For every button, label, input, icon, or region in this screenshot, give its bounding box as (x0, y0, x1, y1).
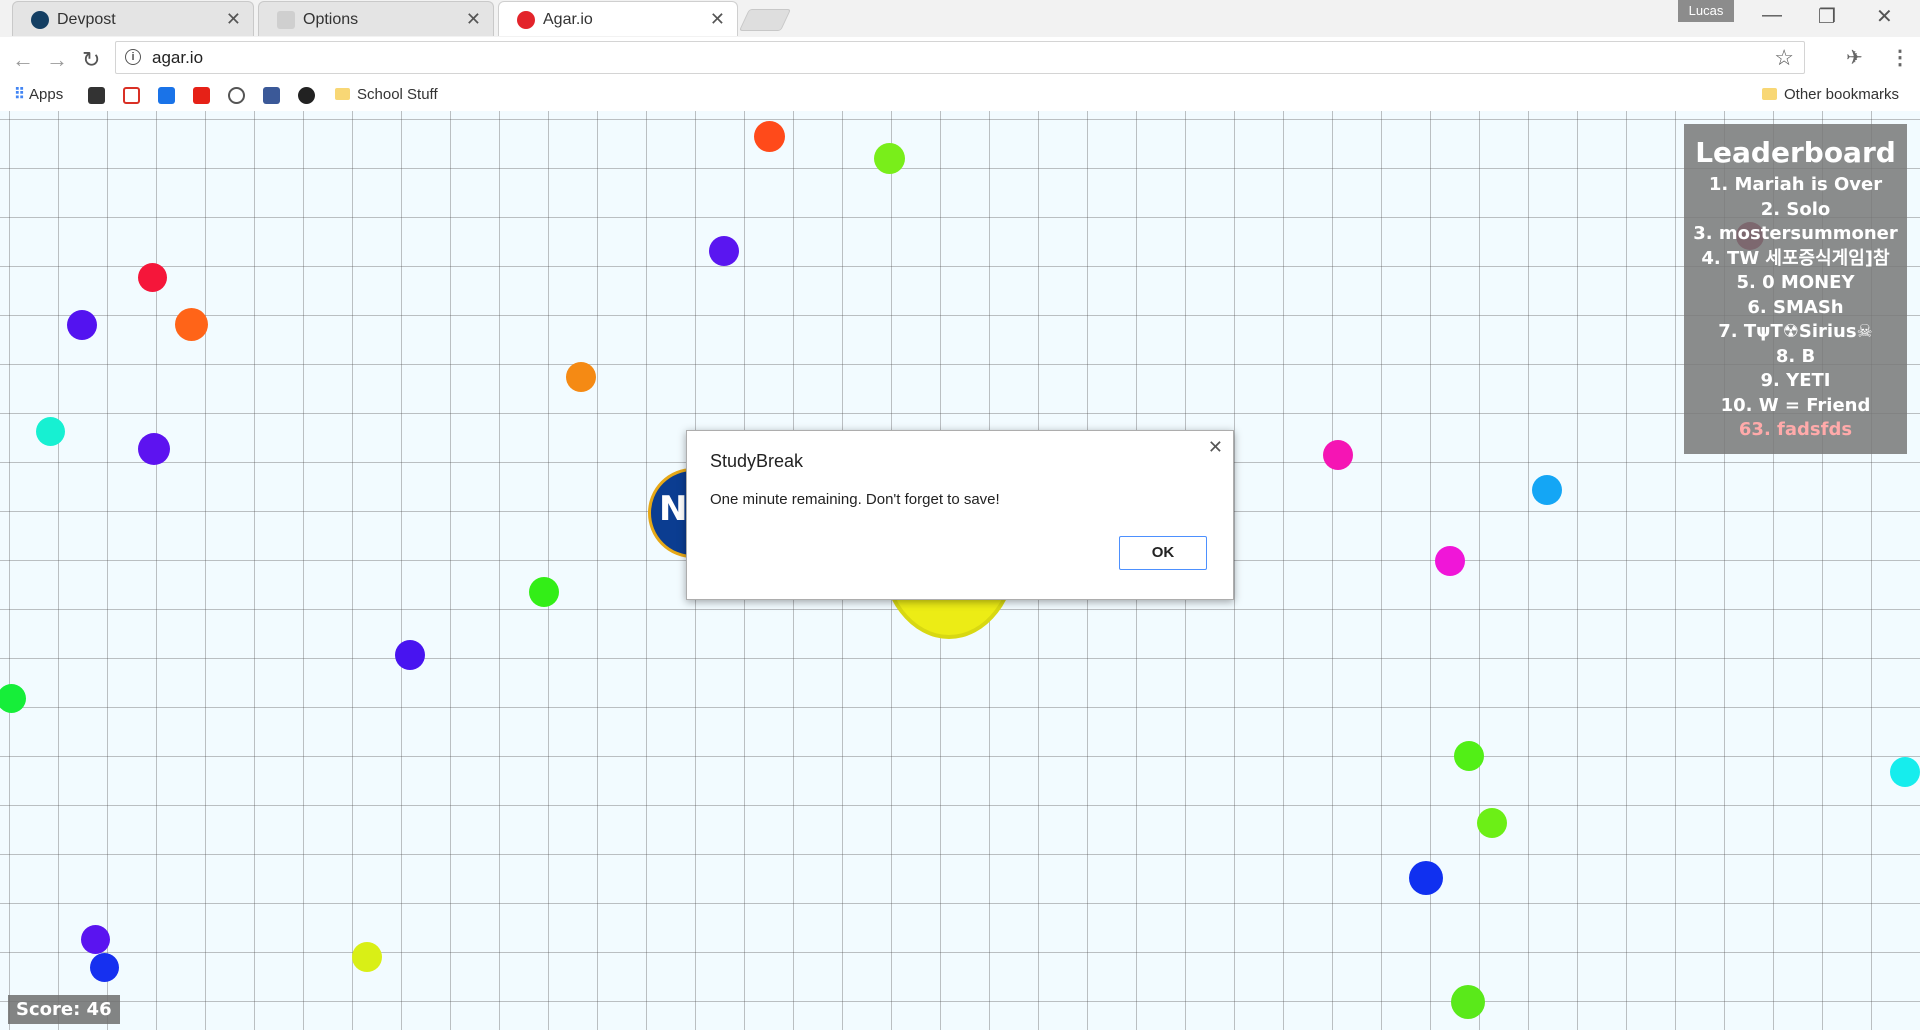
leaderboard: Leaderboard 1. Mariah is Over 2. Solo 3.… (1684, 124, 1907, 454)
studybreak-icon (277, 11, 295, 29)
food-pellet (138, 433, 170, 465)
food-pellet (36, 417, 65, 446)
food-pellet (1409, 861, 1443, 895)
leaderboard-title: Leaderboard (1695, 136, 1896, 169)
close-icon[interactable]: ✕ (226, 9, 241, 30)
alert-dialog: StudyBreak ✕ One minute remaining. Don't… (686, 430, 1234, 600)
folder-label: Other bookmarks (1784, 86, 1900, 103)
dialog-message: One minute remaining. Don't forget to sa… (710, 491, 1000, 508)
bookmark-star-icon[interactable]: ☆ (1774, 45, 1794, 71)
food-pellet (566, 362, 596, 392)
other-bookmarks-folder[interactable]: Other bookmarks (1762, 85, 1899, 105)
back-icon[interactable]: ← (12, 47, 34, 73)
score-display: Score: 46 (8, 995, 120, 1024)
food-pellet (709, 236, 739, 266)
apps-grid-icon: ⠿ (14, 86, 25, 103)
info-icon[interactable]: i (125, 49, 141, 65)
blackboard-icon[interactable] (88, 87, 105, 104)
food-pellet (395, 640, 425, 670)
gmail-icon[interactable] (123, 87, 140, 104)
studybreak-extension-icon[interactable]: ✈ (1846, 45, 1863, 70)
folder-icon (335, 88, 350, 100)
food-pellet (81, 925, 110, 954)
food-pellet (1890, 757, 1920, 787)
reddit-icon[interactable] (228, 87, 245, 104)
leaderboard-entry: 3. mostersummoner (1693, 223, 1898, 244)
food-pellet (67, 310, 97, 340)
window-close-icon[interactable]: ✕ (1876, 4, 1893, 29)
food-pellet (754, 121, 785, 152)
leaderboard-player-rank: 63. fadsfds (1738, 419, 1853, 440)
address-bar[interactable]: i agar.io ☆ (115, 41, 1805, 74)
food-pellet (1477, 808, 1507, 838)
toolbar: ← → ↻ i agar.io ☆ ✈ ⋮ (0, 37, 1920, 80)
food-pellet (1323, 440, 1353, 470)
leaderboard-entry: 1. Mariah is Over (1708, 174, 1883, 195)
food-pellet (874, 143, 905, 174)
folder-icon (1762, 88, 1777, 100)
github-icon[interactable] (298, 87, 315, 104)
close-icon[interactable]: ✕ (1208, 437, 1223, 458)
tab-title: Agar.io (543, 11, 593, 28)
minimize-icon[interactable]: — (1762, 4, 1782, 27)
ok-button[interactable]: OK (1119, 536, 1207, 570)
dialog-title: StudyBreak (710, 451, 804, 471)
leaderboard-entry: 10. W = Friend (1720, 394, 1871, 416)
tab-title: Options (303, 11, 359, 28)
leaderboard-entry: 9. YETI (1760, 370, 1831, 391)
devpost-icon (31, 11, 49, 29)
profile-button[interactable]: Lucas (1678, 0, 1734, 22)
tab-title: Devpost (57, 11, 116, 28)
tab-options[interactable]: Options ✕ (258, 1, 494, 36)
menu-icon[interactable]: ⋮ (1890, 45, 1910, 70)
folder-label: School Stuff (357, 86, 438, 103)
food-pellet (352, 942, 382, 972)
tab-agario[interactable]: Agar.io ✕ (498, 1, 738, 36)
tab-devpost[interactable]: Devpost ✕ (12, 1, 254, 36)
food-pellet (138, 263, 167, 292)
new-tab-button[interactable] (738, 9, 792, 31)
leaderboard-entry: 7. TψT☢Sirius☠ (1718, 321, 1873, 342)
restore-icon[interactable]: ❐ (1818, 4, 1836, 29)
mail-icon[interactable] (158, 87, 175, 104)
food-pellet (1454, 741, 1484, 771)
youtube-icon[interactable] (193, 87, 210, 104)
nasa-logo-icon: N (659, 489, 688, 529)
apps-bookmark[interactable]: ⠿ Apps (14, 85, 63, 105)
close-icon[interactable]: ✕ (710, 9, 725, 30)
food-pellet (529, 577, 559, 607)
leaderboard-entry: 2. Solo (1760, 198, 1831, 220)
school-stuff-folder[interactable]: School Stuff (335, 85, 438, 105)
leaderboard-entry: 4. TW 세포증식게임]참 (1701, 247, 1890, 269)
food-pellet (0, 684, 26, 713)
reload-icon[interactable]: ↻ (82, 47, 100, 73)
food-pellet (175, 308, 208, 341)
food-pellet (1532, 475, 1562, 505)
url-text[interactable]: agar.io (152, 48, 203, 68)
food-pellet (1435, 546, 1465, 576)
forward-icon[interactable]: → (46, 47, 68, 73)
bookmarks-bar: ⠿ Apps School Stuff Other bookmarks (0, 80, 1920, 112)
apps-label: Apps (29, 86, 64, 103)
leaderboard-entry: 8. B (1775, 345, 1816, 367)
food-pellet (1451, 985, 1485, 1019)
facebook-icon[interactable] (263, 87, 280, 104)
leaderboard-entry: 5. 0 MONEY (1736, 272, 1855, 293)
food-pellet (90, 953, 119, 982)
close-icon[interactable]: ✕ (466, 9, 481, 30)
agario-icon (517, 11, 535, 29)
leaderboard-entry: 6. SMASh (1747, 296, 1844, 318)
tab-strip: Devpost ✕ Options ✕ Agar.io ✕ Lucas — ❐ … (0, 0, 1920, 37)
